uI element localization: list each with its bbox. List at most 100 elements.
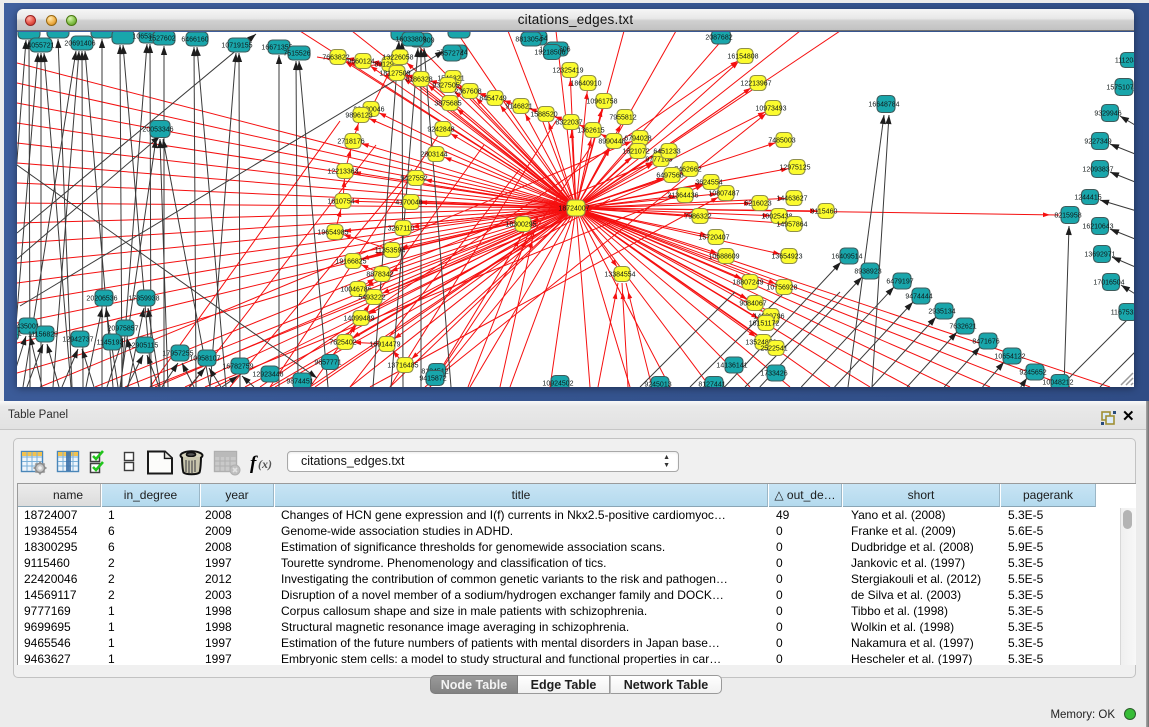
- svg-text:9896123: 9896123: [345, 113, 372, 120]
- svg-text:9474444: 9474444: [905, 294, 932, 301]
- svg-text:19218506: 19218506: [534, 50, 565, 57]
- svg-text:7515526: 7515526: [283, 51, 310, 58]
- svg-text:14099489: 14099489: [343, 316, 374, 323]
- svg-text:12942737: 12942737: [62, 337, 93, 344]
- svg-text:11675323: 11675323: [1111, 310, 1134, 317]
- svg-text:3624554: 3624554: [695, 180, 722, 187]
- svg-text:11156829: 11156829: [28, 332, 58, 339]
- svg-text:1610754: 1610754: [327, 199, 354, 206]
- svg-text:13716485: 13716485: [387, 363, 418, 370]
- svg-text:12325419: 12325419: [552, 68, 583, 75]
- svg-text:17359938: 17359938: [128, 296, 159, 303]
- svg-text:8471676: 8471676: [972, 339, 999, 346]
- svg-text:10807487: 10807487: [708, 191, 739, 198]
- svg-text:9146821: 9146821: [505, 104, 532, 111]
- svg-text:8215958: 8215958: [1054, 213, 1081, 220]
- svg-text:2803144: 2803144: [420, 152, 447, 159]
- svg-text:16782759: 16782759: [222, 364, 253, 371]
- svg-text:12923448: 12923448: [252, 372, 283, 379]
- svg-text:7632621: 7632621: [949, 324, 976, 331]
- svg-text:10688609: 10688609: [708, 254, 739, 261]
- svg-text:14957864: 14957864: [776, 222, 807, 229]
- svg-text:2367608: 2367608: [454, 89, 481, 96]
- svg-text:20206536: 20206536: [86, 296, 117, 303]
- svg-text:6216023: 6216023: [744, 201, 771, 208]
- svg-text:(x): (x): [258, 457, 272, 471]
- svg-text:9329946: 9329946: [1094, 111, 1121, 118]
- svg-text:13654923: 13654923: [771, 254, 802, 261]
- svg-text:2935134: 2935134: [928, 309, 955, 316]
- svg-text:12093837: 12093837: [1082, 167, 1113, 174]
- svg-text:8938923: 8938923: [854, 269, 881, 276]
- svg-text:5493222: 5493222: [358, 295, 385, 302]
- svg-text:11353594: 11353594: [375, 248, 406, 255]
- svg-text:15751074: 15751074: [1106, 85, 1134, 92]
- svg-text:10973493: 10973493: [755, 106, 786, 113]
- svg-text:9660124: 9660124: [347, 59, 374, 66]
- svg-text:6794028: 6794028: [624, 136, 651, 143]
- svg-text:2087682: 2087682: [705, 35, 732, 42]
- svg-text:10958107: 10958107: [189, 356, 220, 363]
- svg-text:8322037: 8322037: [555, 120, 582, 127]
- svg-text:7986322: 7986322: [684, 214, 711, 221]
- svg-text:1733426: 1733426: [760, 371, 787, 378]
- svg-text:4170046: 4170046: [395, 200, 422, 207]
- svg-text:15720407: 15720407: [698, 235, 729, 242]
- svg-text:9427552: 9427552: [400, 176, 427, 183]
- svg-text:1588520: 1588520: [530, 112, 557, 119]
- svg-text:18640910: 18640910: [570, 81, 601, 88]
- svg-text:12905115: 12905115: [128, 343, 159, 350]
- svg-text:7955812: 7955812: [609, 115, 636, 122]
- svg-text:6497568: 6497568: [656, 173, 683, 180]
- svg-text:1362615: 1362615: [577, 128, 604, 135]
- svg-text:1244415: 1244415: [1074, 195, 1101, 202]
- svg-text:21364436: 21364436: [667, 193, 698, 200]
- svg-text:19166825: 19166825: [335, 259, 366, 266]
- svg-text:7663822: 7663822: [322, 55, 349, 62]
- svg-text:10756928: 10756928: [766, 285, 797, 292]
- svg-text:14136141: 14136141: [716, 363, 747, 370]
- svg-text:8813054: 8813054: [515, 37, 542, 44]
- svg-text:9657771: 9657771: [314, 360, 341, 367]
- svg-text:9242848: 9242848: [427, 127, 454, 134]
- svg-text:9874451: 9874451: [286, 379, 313, 386]
- svg-text:6479197: 6479197: [886, 279, 913, 286]
- svg-text:10924502: 10924502: [542, 381, 573, 388]
- svg-text:17016504: 17016504: [1093, 280, 1124, 287]
- svg-text:18300295: 18300295: [505, 222, 536, 229]
- svg-text:12975125: 12975125: [779, 165, 810, 172]
- svg-text:2718176: 2718176: [337, 139, 364, 146]
- svg-text:9084067: 9084067: [739, 301, 766, 308]
- svg-text:14463627: 14463627: [776, 196, 807, 203]
- svg-text:16033809: 16033809: [395, 37, 426, 44]
- svg-text:10719155: 10719155: [221, 43, 252, 50]
- svg-text:14055721: 14055721: [23, 43, 54, 50]
- svg-text:13384554: 13384554: [604, 272, 635, 279]
- svg-text:16914479: 16914479: [369, 342, 400, 349]
- svg-text:3875685: 3875685: [434, 101, 461, 108]
- svg-text:8186328: 8186328: [405, 77, 432, 84]
- svg-text:1145193: 1145193: [97, 340, 124, 347]
- svg-text:19654985: 19654985: [317, 230, 348, 237]
- svg-text:9415872: 9415872: [419, 376, 446, 383]
- svg-text:16154808: 16154808: [727, 54, 758, 61]
- svg-text:9245652: 9245652: [1019, 370, 1046, 377]
- svg-text:9115460: 9115460: [811, 209, 838, 216]
- svg-text:16648784: 16648784: [868, 102, 899, 109]
- svg-text:3915141: 3915141: [17, 331, 22, 338]
- svg-text:1112045: 1112045: [1115, 58, 1134, 65]
- svg-text:2522541: 2522541: [760, 346, 787, 353]
- svg-text:18807249: 18807249: [732, 280, 763, 287]
- svg-text:7485003: 7485003: [768, 138, 795, 145]
- svg-text:13692971: 13692971: [1084, 252, 1115, 259]
- svg-text:20691406: 20691406: [64, 41, 95, 48]
- svg-text:20053346: 20053346: [142, 127, 173, 134]
- svg-text:1621072: 1621072: [622, 149, 649, 156]
- svg-text:3267110: 3267110: [388, 226, 415, 233]
- svg-text:10654122: 10654122: [994, 354, 1025, 361]
- svg-text:12213363: 12213363: [327, 169, 358, 176]
- svg-text:6451233: 6451233: [653, 149, 680, 156]
- svg-text:16409514: 16409514: [831, 254, 862, 261]
- svg-text:8127441: 8127441: [698, 382, 725, 388]
- svg-text:7625402: 7625402: [329, 340, 356, 347]
